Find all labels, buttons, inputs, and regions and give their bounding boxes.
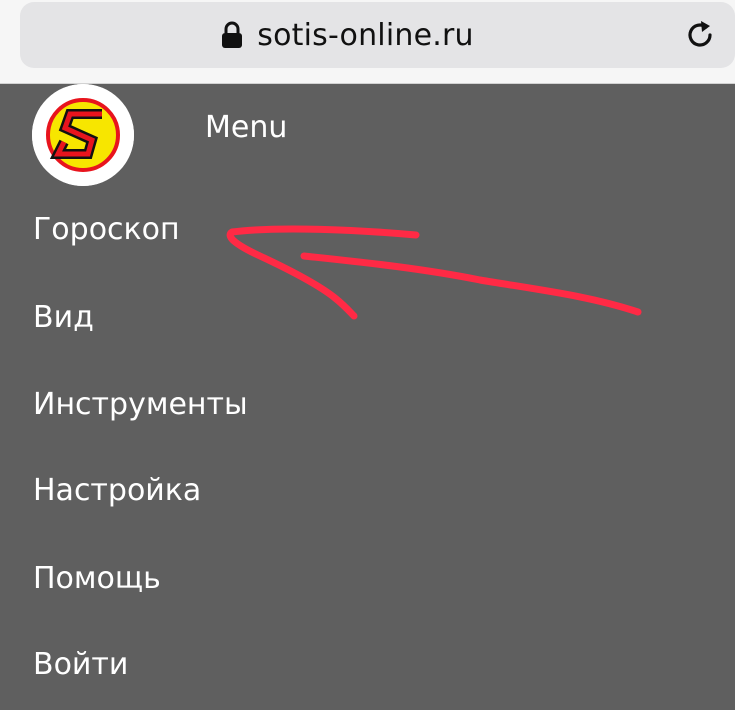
reload-icon[interactable]: [683, 18, 717, 52]
address-bar[interactable]: sotis-online.ru: [20, 2, 735, 68]
menu-item-tools[interactable]: Инструменты: [33, 387, 248, 422]
sotis-logo-icon[interactable]: [32, 84, 134, 186]
side-menu: Menu Гороскоп Вид Инструменты Настройка …: [0, 84, 735, 710]
menu-item-help[interactable]: Помощь: [33, 561, 161, 596]
lock-icon: [222, 21, 243, 48]
menu-item-settings[interactable]: Настройка: [33, 473, 201, 508]
menu-item-view[interactable]: Вид: [33, 300, 94, 335]
url-text: sotis-online.ru: [257, 17, 474, 53]
menu-item-login[interactable]: Войти: [33, 647, 128, 682]
menu-item-horoscope[interactable]: Гороскоп: [33, 212, 180, 247]
menu-title: Menu: [205, 110, 288, 145]
address-bar-content: sotis-online.ru: [20, 2, 675, 68]
browser-toolbar: sotis-online.ru: [0, 0, 735, 84]
